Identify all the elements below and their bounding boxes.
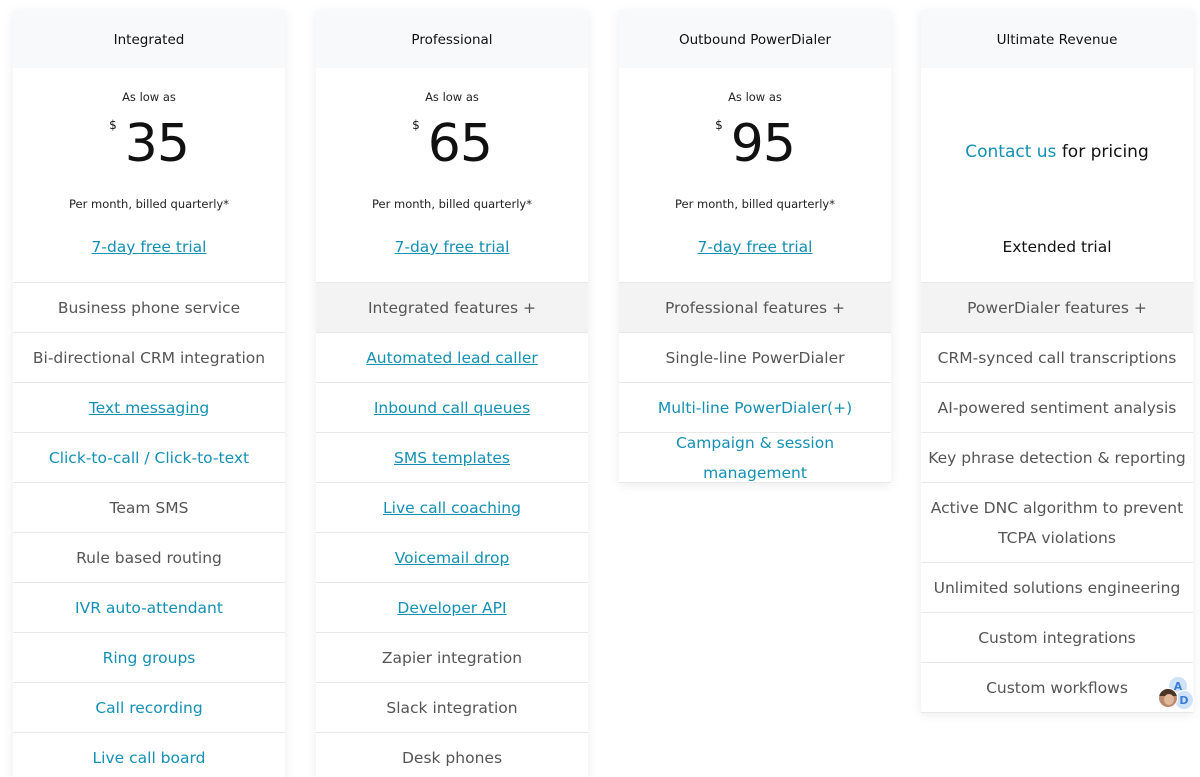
feature-row: Slack integration — [316, 683, 588, 733]
feature-link[interactable]: Click-to-call / Click-to-text — [13, 433, 285, 483]
feature-row: Active DNC algorithm to prevent TCPA vio… — [921, 483, 1193, 563]
feature-row: CRM-synced call transcriptions — [921, 333, 1193, 383]
extended-trial-label: Extended trial — [1002, 238, 1112, 256]
plan-card-outbound-powerdialer: Outbound PowerDialer As low as $95 Per m… — [619, 10, 891, 483]
feature-row: Custom workflows — [921, 663, 1193, 713]
feature-link[interactable]: Campaign & session management — [619, 433, 891, 483]
currency-symbol: $ — [412, 118, 420, 132]
price-box: As low as $35 Per month, billed quarterl… — [13, 68, 285, 283]
feature-row: AI-powered sentiment analysis — [921, 383, 1193, 433]
feature-row: Zapier integration — [316, 633, 588, 683]
free-trial-link[interactable]: 7-day free trial — [13, 238, 285, 256]
feature-link[interactable]: IVR auto-attendant — [13, 583, 285, 633]
feature-link[interactable]: Inbound call queues — [316, 383, 588, 433]
billing-note: Per month, billed quarterly* — [69, 197, 229, 211]
feature-row: Team SMS — [13, 483, 285, 533]
free-trial-link[interactable]: 7-day free trial — [619, 238, 891, 256]
price-amount: 65 — [427, 114, 493, 174]
feature-link[interactable]: Text messaging — [13, 383, 285, 433]
billing-note: Per month, billed quarterly* — [675, 197, 835, 211]
feature-row: Professional features + — [619, 283, 891, 333]
feature-link[interactable]: Live call board — [13, 733, 285, 777]
price: $65 — [316, 112, 588, 176]
chat-widget-button[interactable]: A D — [1158, 676, 1198, 712]
price-amount: 35 — [124, 114, 190, 174]
billing-note: Per month, billed quarterly* — [372, 197, 532, 211]
price-box: Contact us for pricing Extended trial — [921, 68, 1193, 283]
feature-link[interactable]: Ring groups — [13, 633, 285, 683]
feature-row: Custom integrations — [921, 613, 1193, 663]
plan-title: Outbound PowerDialer — [619, 10, 891, 68]
contact-pricing-text: for pricing — [1056, 142, 1149, 162]
feature-link[interactable]: Multi-line PowerDialer(+) — [619, 383, 891, 433]
price-amount: 95 — [730, 114, 796, 174]
agent-avatar-icon — [1158, 688, 1178, 708]
contact-us-link[interactable]: Contact us — [965, 142, 1056, 162]
free-trial-link[interactable]: 7-day free trial — [316, 238, 588, 256]
feature-row: Bi-directional CRM integration — [13, 333, 285, 383]
contact-pricing: Contact us for pricing — [921, 142, 1193, 162]
currency-symbol: $ — [715, 118, 723, 132]
feature-link[interactable]: Developer API — [316, 583, 588, 633]
feature-row: Rule based routing — [13, 533, 285, 583]
price: $35 — [13, 112, 285, 176]
price-box: As low as $65 Per month, billed quarterl… — [316, 68, 588, 283]
feature-link[interactable]: Live call coaching — [316, 483, 588, 533]
plan-title: Professional — [316, 10, 588, 68]
feature-row: PowerDialer features + — [921, 283, 1193, 333]
plan-title: Integrated — [13, 10, 285, 68]
feature-row: Key phrase detection & reporting — [921, 433, 1193, 483]
feature-link[interactable]: SMS templates — [316, 433, 588, 483]
as-low-as-label: As low as — [122, 90, 176, 104]
feature-link[interactable]: Voicemail drop — [316, 533, 588, 583]
plan-title: Ultimate Revenue — [921, 10, 1193, 68]
feature-row: Business phone service — [13, 283, 285, 333]
price-box: As low as $95 Per month, billed quarterl… — [619, 68, 891, 283]
as-low-as-label: As low as — [728, 90, 782, 104]
plan-card-ultimate-revenue: Ultimate Revenue Contact us for pricing … — [921, 10, 1193, 713]
feature-row: Single-line PowerDialer — [619, 333, 891, 383]
price: $95 — [619, 112, 891, 176]
feature-row: Unlimited solutions engineering — [921, 563, 1193, 613]
plan-card-professional: Professional As low as $65 Per month, bi… — [316, 10, 588, 777]
feature-link[interactable]: Call recording — [13, 683, 285, 733]
as-low-as-label: As low as — [425, 90, 479, 104]
plan-card-integrated: Integrated As low as $35 Per month, bill… — [13, 10, 285, 777]
currency-symbol: $ — [109, 118, 117, 132]
feature-link[interactable]: Automated lead caller — [316, 333, 588, 383]
feature-row: Desk phones — [316, 733, 588, 777]
feature-row: Integrated features + — [316, 283, 588, 333]
